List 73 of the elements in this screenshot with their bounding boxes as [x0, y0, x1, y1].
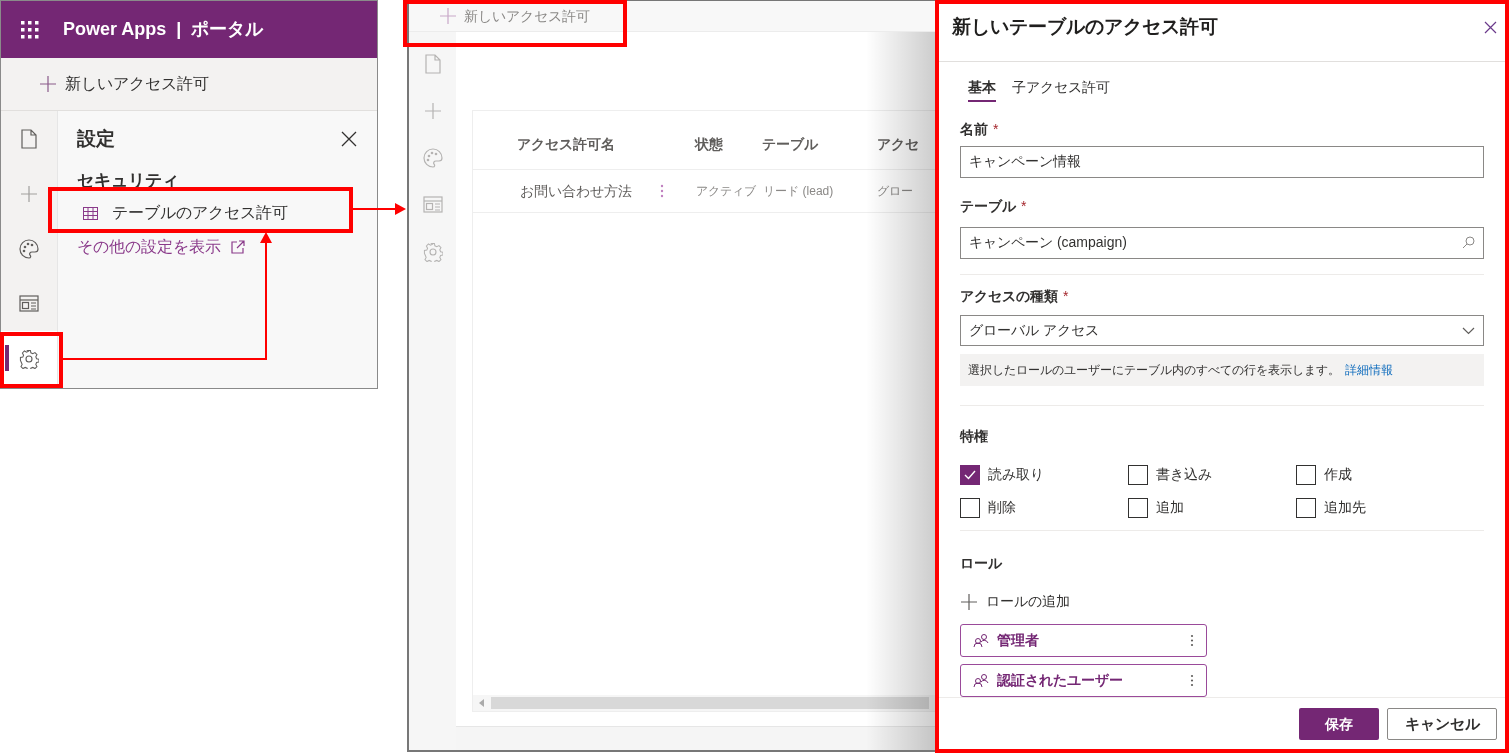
checkbox[interactable]	[1296, 464, 1316, 485]
app-name: Power Apps	[63, 18, 167, 41]
checkbox[interactable]	[960, 497, 980, 518]
highlight-frame	[0, 332, 63, 388]
palette-icon[interactable]	[19, 238, 39, 259]
close-icon[interactable]	[341, 131, 357, 148]
add-role-button[interactable]: ロールの追加	[960, 591, 1070, 613]
role-name: 管理者	[997, 631, 1040, 651]
field-label: テーブル	[960, 197, 1016, 217]
more-icon[interactable]	[1190, 634, 1194, 648]
table-icon	[83, 206, 98, 220]
section-heading: 特権	[960, 427, 989, 447]
plus-icon	[439, 7, 457, 25]
checkmark-icon	[964, 469, 976, 480]
settings-item[interactable]: テーブルのアクセス許可	[77, 193, 357, 233]
table-cell-text: グロー	[877, 183, 915, 200]
page-icon[interactable]	[21, 128, 37, 149]
name-input[interactable]: キャンペーン情報	[960, 146, 1484, 179]
settings-title: 設定	[77, 127, 115, 151]
field-label: アクセスの種類	[960, 287, 1058, 307]
privilege-checkbox-row[interactable]: 読み取り	[960, 464, 1128, 486]
panel-title: 新しいテーブルのアクセス許可	[952, 15, 1218, 40]
required-mark: *	[1021, 197, 1027, 217]
plus-icon	[39, 75, 57, 93]
role-name: 認証されたユーザー	[997, 671, 1124, 691]
checkbox[interactable]	[1128, 497, 1148, 518]
more-icon[interactable]	[660, 184, 664, 198]
cancel-button[interactable]: キャンセル	[1387, 708, 1497, 741]
privilege-checkbox-row[interactable]: 追加	[1128, 497, 1296, 519]
learn-more-link[interactable]: 詳細情報	[1345, 361, 1393, 380]
privilege-checkbox-row[interactable]: 追加先	[1296, 497, 1464, 519]
layout-icon[interactable]	[19, 295, 39, 312]
app-launcher-icon[interactable]	[21, 20, 39, 39]
more-icon[interactable]	[1190, 674, 1194, 688]
checkbox[interactable]	[1128, 464, 1148, 485]
tab[interactable]: 基本	[968, 74, 996, 103]
column-header[interactable]: アクセ	[877, 134, 935, 155]
horizontal-scrollbar[interactable]	[473, 695, 935, 711]
field-label: 名前	[960, 120, 988, 140]
plus-icon	[960, 592, 978, 611]
people-icon	[973, 673, 989, 689]
checkbox[interactable]	[1296, 497, 1316, 518]
role-chip[interactable]: 認証されたユーザー	[960, 664, 1207, 698]
column-header[interactable]: 状態	[694, 134, 763, 155]
selection-bar	[5, 345, 9, 371]
privilege-checkbox-row[interactable]: 書き込み	[1128, 464, 1296, 486]
chevron-down-icon	[1462, 326, 1475, 335]
column-header[interactable]: テーブル	[762, 134, 878, 155]
table-cell-text: アクティブ	[695, 183, 757, 200]
table-lookup-field[interactable]: キャンペーン (campaign)	[960, 227, 1484, 260]
required-mark: *	[993, 120, 999, 140]
more-settings-link[interactable]: その他の設定を表示	[77, 235, 357, 259]
save-button[interactable]: 保存	[1299, 708, 1379, 741]
privilege-checkbox-row[interactable]: 削除	[960, 497, 1128, 519]
privilege-checkbox-row[interactable]: 作成	[1296, 464, 1464, 486]
column-header[interactable]: アクセス許可名	[517, 134, 695, 155]
search-icon	[1462, 236, 1475, 250]
arrow	[352, 203, 406, 215]
settings-icon[interactable]	[19, 348, 39, 369]
checkbox[interactable]	[960, 464, 980, 485]
info-text: 選択したロールのユーザーにテーブル内のすべての行を表示します。	[968, 362, 1340, 380]
role-chip[interactable]: 管理者	[960, 624, 1207, 658]
close-icon[interactable]	[1484, 21, 1497, 35]
tab[interactable]: 子アクセス許可	[1012, 74, 1110, 103]
required-mark: *	[1063, 287, 1069, 307]
external-link-icon	[231, 240, 245, 254]
table-cell-text: お問い合わせ方法	[520, 181, 633, 201]
app-section: ポータル	[191, 16, 264, 43]
section-heading: ロール	[960, 554, 1003, 574]
table-cell-text: リード (lead)	[763, 183, 835, 200]
header-divider: |	[176, 18, 182, 41]
people-icon	[973, 633, 989, 649]
access-type-dropdown[interactable]: グローバル アクセス	[960, 315, 1484, 347]
